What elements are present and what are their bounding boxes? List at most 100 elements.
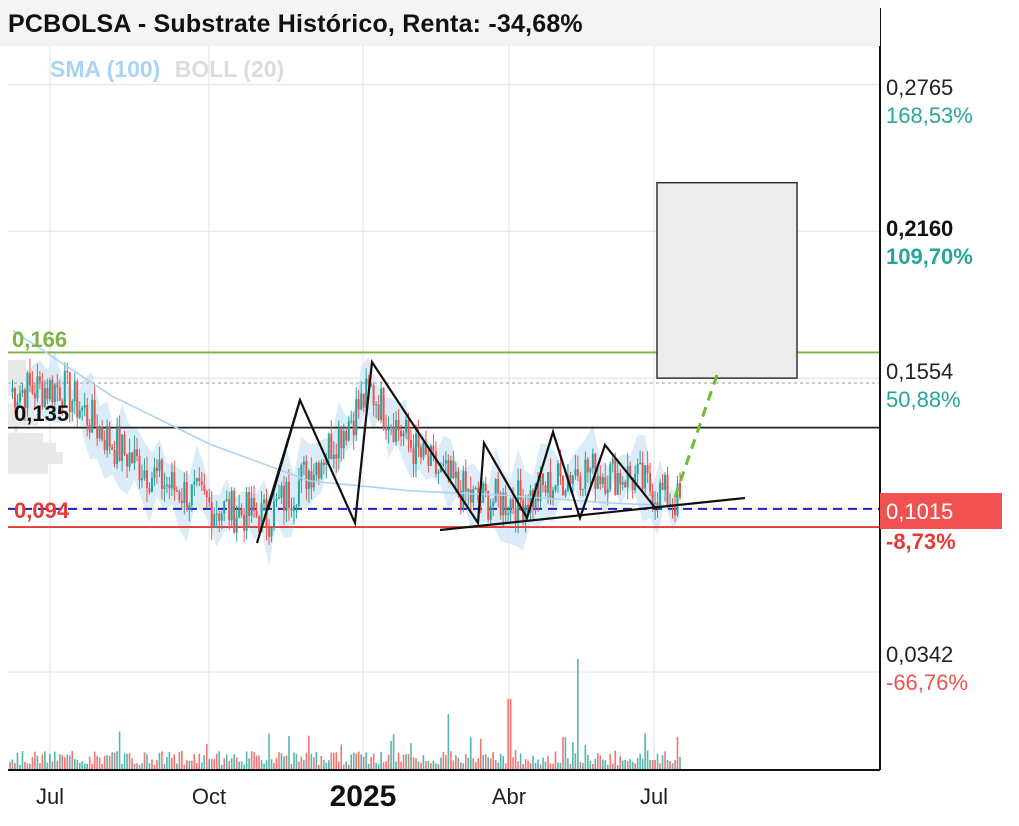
candle-body: [58, 387, 61, 401]
volume-bar: [582, 762, 584, 769]
candle-body: [218, 513, 221, 521]
candle-body: [636, 463, 639, 475]
volume-bar: [303, 760, 305, 769]
candle-body: [53, 384, 56, 403]
volume-bar: [198, 753, 201, 769]
volume-bar: [213, 759, 216, 769]
axis-price-2: 0,1554: [886, 359, 954, 384]
candle-body: [235, 517, 238, 533]
candle-body: [586, 459, 589, 473]
volume-bar: [315, 752, 318, 769]
volume-bar: [71, 751, 74, 769]
candle-body: [454, 471, 457, 479]
legend-sma[interactable]: SMA (100): [50, 56, 160, 82]
volume-bar: [392, 734, 395, 769]
volume-bar: [455, 755, 457, 769]
candle-body: [165, 484, 168, 486]
volume-bar: [183, 764, 186, 769]
candle-body: [282, 485, 285, 511]
candle-body: [223, 501, 226, 514]
candle-body: [499, 493, 502, 516]
candle-body: [103, 439, 106, 451]
volume-bar: [258, 755, 260, 769]
candle-body: [248, 491, 251, 516]
candle-body: [28, 373, 31, 386]
chart-title: PCBOLSA - Substrate Histórico, Renta: -3…: [8, 10, 583, 38]
candle-body: [442, 463, 445, 466]
volume-bar: [73, 758, 76, 769]
volume-bar: [512, 757, 514, 769]
volume-bar: [243, 764, 245, 769]
candle-body: [255, 510, 258, 517]
volume-bar: [609, 753, 612, 769]
candle-body: [21, 389, 24, 393]
volume-bar: [118, 731, 121, 769]
axis-pct-0: 168,53%: [886, 103, 973, 128]
legend-boll[interactable]: BOLL (20): [175, 56, 284, 82]
candle-body: [126, 454, 129, 467]
candle-body: [350, 420, 353, 422]
volume-bar: [372, 753, 375, 769]
volume-bar: [230, 758, 233, 769]
candle-body: [198, 478, 201, 482]
volume-bar: [669, 761, 671, 769]
candle-body: [661, 482, 664, 490]
label-support: 0,094: [14, 498, 70, 523]
volume-bar: [263, 763, 265, 769]
volume-bar: [44, 751, 46, 769]
candle-body: [579, 476, 582, 490]
candle-body: [375, 404, 378, 406]
volume-bar: [624, 759, 627, 769]
volume-bar: [574, 753, 577, 769]
volume-bar: [26, 763, 29, 769]
volume-bar: [569, 763, 572, 769]
indicator-legend[interactable]: SMA (100) BOLL (20): [50, 56, 284, 83]
volume-bar: [88, 756, 91, 769]
candle-body: [397, 420, 400, 431]
volume-bar: [472, 758, 475, 769]
candle-body: [601, 477, 604, 485]
volume-bar: [218, 751, 221, 769]
volume-bar: [210, 758, 213, 769]
volume-bar: [215, 753, 218, 769]
volume-bar: [141, 763, 143, 769]
volume-bar: [345, 761, 348, 769]
volume-bar: [666, 759, 669, 769]
candle-body: [337, 427, 340, 459]
candle-body: [185, 482, 188, 510]
volume-bar: [310, 753, 313, 769]
volume-bar: [153, 764, 156, 769]
volume-profile-bar: [8, 432, 43, 445]
candle-body: [619, 473, 622, 485]
candle-body: [56, 384, 59, 388]
candle-body: [589, 468, 592, 473]
candle-body: [679, 483, 681, 498]
candle-body: [305, 461, 308, 490]
volume-bar: [151, 759, 153, 769]
candle-body: [609, 463, 612, 490]
volume-bar: [208, 759, 211, 769]
volume-bar: [148, 763, 151, 769]
volume-bar: [634, 763, 636, 769]
candle-body: [118, 429, 121, 461]
volume-bar: [507, 699, 509, 769]
volume-bar: [136, 763, 138, 769]
volume-bar: [564, 737, 567, 769]
volume-bar: [320, 756, 323, 769]
volume-bar: [457, 757, 460, 769]
volume-bar: [671, 763, 674, 769]
volume-bar: [437, 764, 440, 769]
volume-bar: [225, 754, 228, 769]
volume-bar: [78, 762, 81, 769]
candle-body: [444, 459, 447, 464]
volume-bar: [447, 714, 450, 769]
volume-bar: [128, 753, 131, 769]
volume-bar: [467, 757, 470, 769]
volume-bar: [367, 763, 370, 769]
candle-body: [434, 451, 437, 474]
volume-bar: [108, 755, 111, 769]
candle-body: [649, 472, 652, 492]
candle-body: [170, 472, 173, 489]
volume-bar: [494, 760, 497, 769]
volume-bar: [659, 763, 661, 769]
